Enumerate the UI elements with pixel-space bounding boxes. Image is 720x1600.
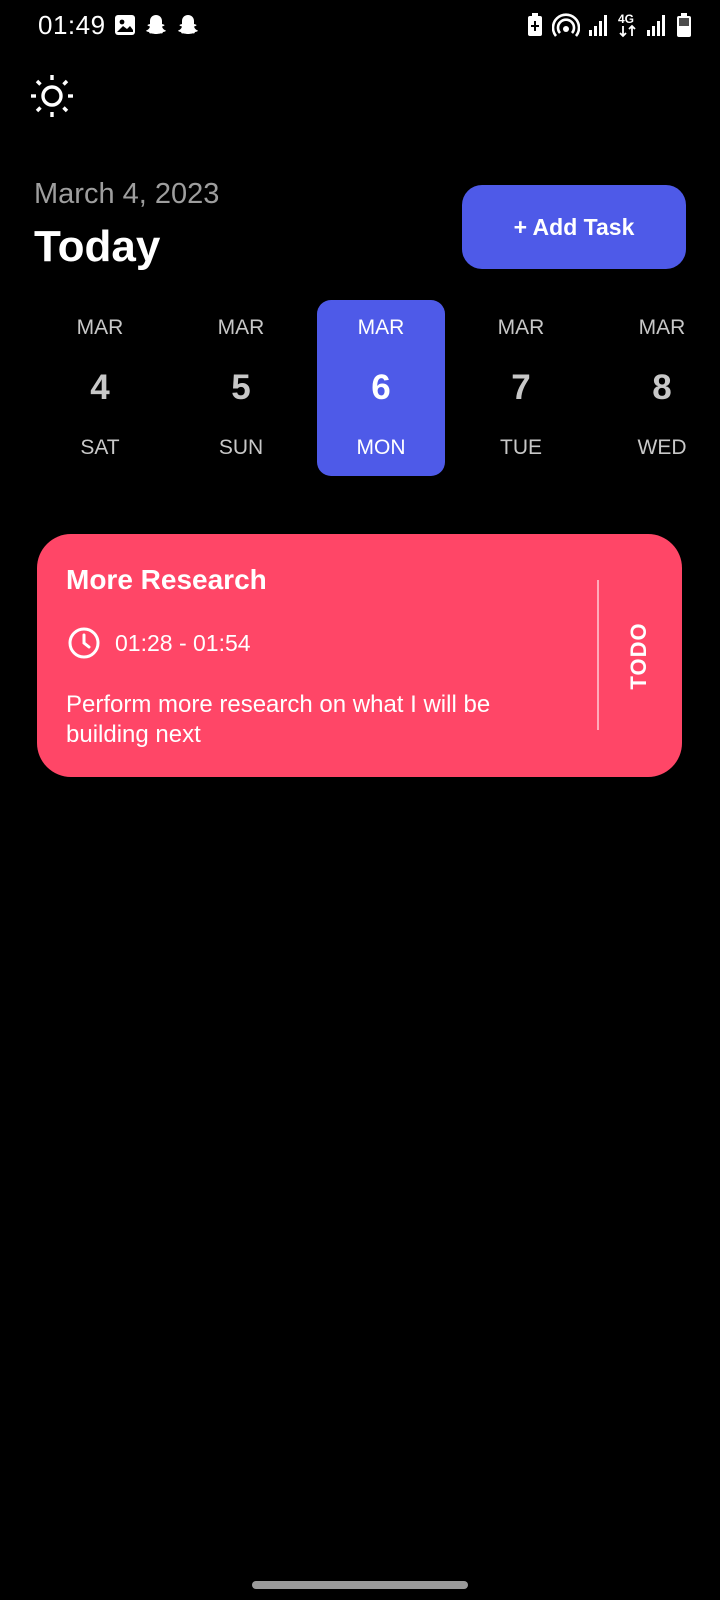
- date-weekday: SUN: [218, 436, 264, 459]
- hotspot-icon: [552, 12, 580, 38]
- battery-saver-icon: [526, 12, 544, 38]
- date-weekday: TUE: [500, 436, 542, 459]
- system-icons: 4G: [526, 12, 692, 38]
- date-day: 8: [652, 368, 672, 407]
- date-month: MAR: [638, 316, 686, 339]
- home-indicator[interactable]: [252, 1581, 468, 1589]
- signal-icon: [646, 13, 668, 37]
- battery-icon: [676, 12, 692, 38]
- status-bar: 01:49 4G: [0, 0, 720, 52]
- date-item-mar-4[interactable]: MAR 4 SAT: [36, 300, 164, 476]
- sun-icon: [28, 75, 76, 124]
- 4g-icon: 4G: [618, 12, 638, 38]
- date-day: 6: [371, 368, 391, 407]
- app-screen: 01:49 4G March 4, 2023 Today + Add Task …: [0, 0, 720, 1600]
- task-divider: [597, 580, 599, 730]
- task-description: Perform more research on what I will be …: [66, 691, 491, 748]
- gallery-icon: [114, 14, 136, 36]
- date-day: 4: [90, 368, 110, 407]
- task-time: 01:28 - 01:54: [115, 630, 251, 656]
- task-title: More Research: [66, 564, 267, 595]
- theme-toggle-button[interactable]: [28, 72, 76, 120]
- date-month: MAR: [497, 316, 545, 339]
- date-weekday: MON: [356, 436, 406, 459]
- current-date: March 4, 2023: [34, 178, 220, 210]
- date-weekday: SAT: [80, 436, 120, 459]
- date-item-mar-8[interactable]: MAR 8 WED: [598, 300, 720, 476]
- snapchat-icon: [176, 13, 200, 37]
- date-item-mar-5[interactable]: MAR 5 SUN: [177, 300, 305, 476]
- page-title: Today: [34, 222, 161, 271]
- task-card[interactable]: More Research 01:28 - 01:54 Perform more…: [37, 534, 682, 777]
- snapchat-icon: [144, 13, 168, 37]
- date-month: MAR: [357, 316, 405, 339]
- date-picker-strip[interactable]: MAR 4 SAT MAR 5 SUN MAR 6 MON MAR 7 TUE …: [0, 300, 720, 476]
- date-month: MAR: [76, 316, 124, 339]
- date-day: 5: [231, 368, 251, 407]
- notification-icons: [114, 13, 200, 37]
- status-time: 01:49: [38, 10, 106, 40]
- clock-icon: [67, 626, 101, 660]
- date-month: MAR: [217, 316, 265, 339]
- date-item-mar-7[interactable]: MAR 7 TUE: [457, 300, 585, 476]
- date-weekday: WED: [637, 436, 687, 459]
- add-task-button[interactable]: + Add Task: [462, 185, 686, 269]
- date-item-mar-6-selected[interactable]: MAR 6 MON: [317, 300, 445, 476]
- signal-icon: [588, 13, 610, 37]
- task-status-text: TODO: [626, 622, 651, 690]
- date-day: 7: [511, 368, 531, 407]
